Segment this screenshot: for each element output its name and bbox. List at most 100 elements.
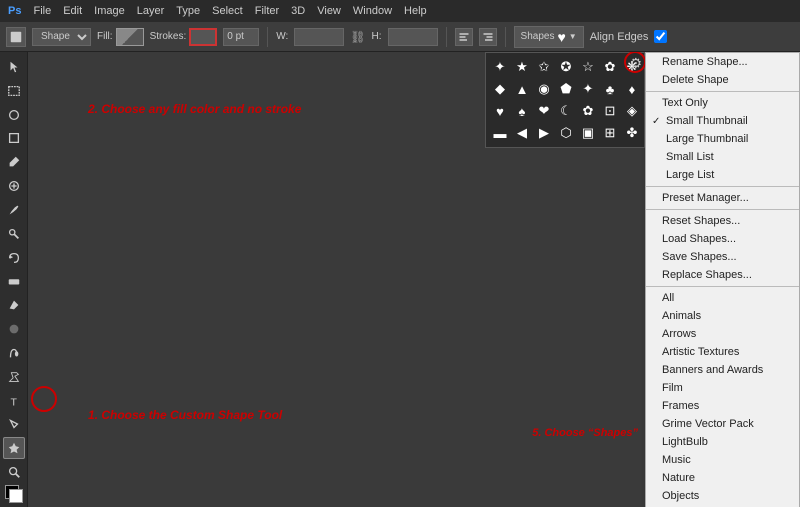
history-tool[interactable] (3, 247, 25, 269)
shape-cell[interactable]: ▲ (512, 79, 532, 99)
ctx-replace-shapes[interactable]: Replace Shapes... (646, 266, 799, 284)
shape-mode-select[interactable]: Shape Path Pixels (32, 28, 91, 46)
menu-file[interactable]: File (33, 5, 51, 17)
brush-tool[interactable] (3, 199, 25, 221)
blur-tool[interactable] (3, 318, 25, 340)
eraser-tool[interactable] (3, 270, 25, 292)
shape-cell[interactable]: ✦ (578, 79, 598, 99)
ctx-lightbulb[interactable]: LightBulb (646, 433, 799, 451)
shape-cell[interactable]: ⊡ (600, 101, 620, 121)
menu-select[interactable]: Select (212, 5, 243, 17)
shape-cell[interactable]: ⬟ (556, 79, 576, 99)
ctx-music[interactable]: Music (646, 451, 799, 469)
path-select-tool[interactable] (3, 413, 25, 435)
menu-edit[interactable]: Edit (63, 5, 82, 17)
shape-cell[interactable]: ★ (512, 57, 532, 77)
shape-cell[interactable]: ⬡ (556, 123, 576, 143)
healing-tool[interactable] (3, 175, 25, 197)
zoom-tool[interactable] (3, 461, 25, 483)
shape-cell[interactable]: ✩ (534, 57, 554, 77)
menu-filter[interactable]: Filter (255, 5, 279, 17)
shape-cell[interactable]: ▣ (578, 123, 598, 143)
menu-type[interactable]: Type (176, 5, 200, 17)
fill-color-box[interactable] (116, 28, 144, 46)
shape-selector-button[interactable]: Shapes ♥ ▼ (514, 26, 584, 48)
shape-cell[interactable]: ♣ (600, 79, 620, 99)
ctx-large-thumbnail[interactable]: Large Thumbnail (646, 130, 799, 148)
ctx-animals[interactable]: Animals (646, 307, 799, 325)
ctx-frames[interactable]: Frames (646, 397, 799, 415)
shape-picker-popup: ⚙ ✦ ★ ✩ ✪ ☆ ✿ ❋ ◆ ▲ ◉ ⬟ ✦ ♣ ♦ ♥ (485, 52, 645, 148)
shape-cell[interactable]: ❤ (534, 101, 554, 121)
foreground-color[interactable] (5, 485, 23, 503)
ctx-arrows[interactable]: Arrows (646, 325, 799, 343)
shape-cell[interactable]: ▬ (490, 123, 510, 143)
crop-tool[interactable] (3, 127, 25, 149)
shape-cell[interactable]: ✦ (490, 57, 510, 77)
marquee-tool[interactable] (3, 80, 25, 102)
shape-cell[interactable]: ⊞ (600, 123, 620, 143)
menu-layer[interactable]: Layer (137, 5, 165, 17)
menu-window[interactable]: Window (353, 5, 392, 17)
ctx-save-shapes[interactable]: Save Shapes... (646, 248, 799, 266)
ctx-small-thumbnail[interactable]: ✓ Small Thumbnail (646, 112, 799, 130)
ctx-artistic-textures[interactable]: Artistic Textures (646, 343, 799, 361)
shape-cell[interactable]: ☾ (556, 101, 576, 121)
ctx-large-list[interactable]: Large List (646, 166, 799, 184)
step2-annotation: 2. Choose any fill color and no stroke (88, 102, 301, 116)
ps-logo[interactable]: Ps (8, 5, 21, 17)
stroke-color-box[interactable] (189, 28, 217, 46)
ctx-small-list[interactable]: Small List (646, 148, 799, 166)
ctx-grime[interactable]: Grime Vector Pack (646, 415, 799, 433)
align-edges-checkbox[interactable] (654, 30, 667, 43)
ctx-text-only[interactable]: Text Only (646, 94, 799, 112)
menu-view[interactable]: View (317, 5, 341, 17)
ctx-rename-shape[interactable]: Rename Shape... (646, 53, 799, 71)
ctx-delete-shape[interactable]: Delete Shape (646, 71, 799, 89)
fill-control: Fill: (97, 28, 144, 46)
shape-cell[interactable]: ✿ (578, 101, 598, 121)
ctx-film[interactable]: Film (646, 379, 799, 397)
shape-cell[interactable]: ▶ (534, 123, 554, 143)
ctx-reset-shapes[interactable]: Reset Shapes... (646, 212, 799, 230)
shape-cell[interactable]: ◆ (490, 79, 510, 99)
stroke-size-input[interactable] (223, 28, 259, 46)
step1-circle (31, 386, 57, 412)
ctx-load-shapes[interactable]: Load Shapes... (646, 230, 799, 248)
custom-shape-tool[interactable] (3, 437, 25, 459)
separator2 (446, 27, 447, 47)
shape-cell[interactable]: ◀ (512, 123, 532, 143)
type-tool[interactable]: T (3, 390, 25, 412)
ctx-all[interactable]: All (646, 289, 799, 307)
menu-bar: Ps File Edit Image Layer Type Select Fil… (0, 0, 800, 22)
menu-3d[interactable]: 3D (291, 5, 305, 17)
shape-cell[interactable]: ♥ (490, 101, 510, 121)
align-right-icon[interactable] (479, 28, 497, 46)
shape-cell[interactable]: ♦ (622, 79, 642, 99)
eyedropper-tool[interactable] (3, 151, 25, 173)
width-input[interactable] (294, 28, 344, 46)
paint-bucket-tool[interactable] (3, 294, 25, 316)
ctx-preset-manager[interactable]: Preset Manager... (646, 189, 799, 207)
menu-image[interactable]: Image (94, 5, 125, 17)
ctx-nature[interactable]: Nature (646, 469, 799, 487)
shape-cell[interactable]: ◈ (622, 101, 642, 121)
height-input[interactable] (388, 28, 438, 46)
pen-tool[interactable] (3, 366, 25, 388)
shape-cell[interactable]: ♠ (512, 101, 532, 121)
height-label: H: (372, 31, 382, 42)
shape-cell[interactable]: ✤ (622, 123, 642, 143)
shape-cell[interactable]: ◉ (534, 79, 554, 99)
shape-cell[interactable]: ✿ (600, 57, 620, 77)
menu-help[interactable]: Help (404, 5, 427, 17)
shape-cell[interactable]: ✪ (556, 57, 576, 77)
ctx-banners[interactable]: Banners and Awards (646, 361, 799, 379)
lasso-tool[interactable] (3, 104, 25, 126)
align-left-icon[interactable] (455, 28, 473, 46)
move-tool[interactable] (3, 56, 25, 78)
color-swatches (5, 485, 23, 503)
clone-tool[interactable] (3, 223, 25, 245)
dodge-tool[interactable] (3, 342, 25, 364)
ctx-objects[interactable]: Objects (646, 487, 799, 505)
shape-cell[interactable]: ☆ (578, 57, 598, 77)
